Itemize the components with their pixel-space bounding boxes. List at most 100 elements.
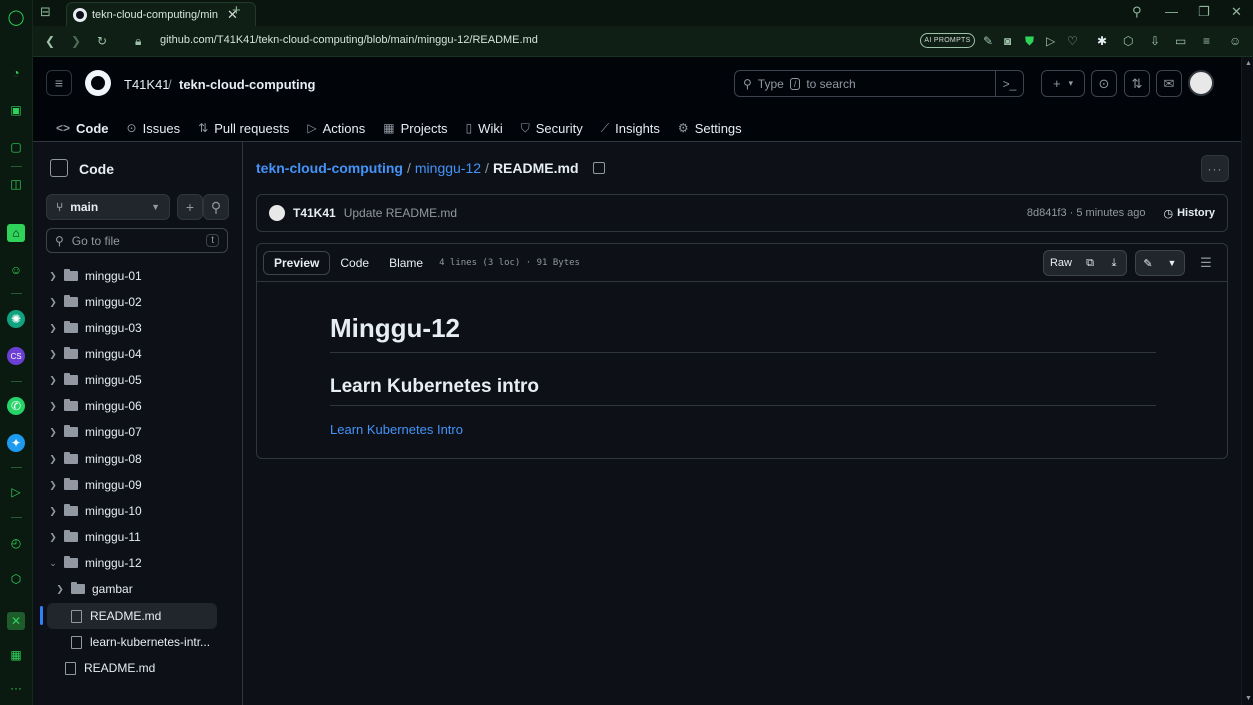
twitter-icon[interactable]: ✦	[7, 434, 25, 452]
speed-dial-icon[interactable]: ◔	[7, 64, 25, 82]
github-logo-icon[interactable]	[85, 70, 111, 96]
repo-link[interactable]: tekn-cloud-computing	[179, 77, 316, 92]
tab-pull-requests[interactable]: ⇅ Pull requests	[189, 114, 298, 142]
tree-item-minggu-09[interactable]: ❯ minggu-09	[33, 472, 243, 498]
chevron-down-icon[interactable]: ▼	[1160, 251, 1184, 275]
add-file-button[interactable]: +	[177, 194, 203, 220]
more-options-button[interactable]: ···	[1201, 155, 1229, 182]
battery-icon[interactable]: ▭	[1175, 34, 1186, 48]
tab-wiki[interactable]: ▯ Wiki	[457, 114, 512, 142]
branch-selector[interactable]: ⑂ main ▼	[46, 194, 170, 220]
create-new-button[interactable]: + ▾	[1041, 70, 1085, 97]
tree-item-minggu-08[interactable]: ❯ minggu-08	[33, 446, 243, 472]
issues-icon[interactable]: ⊙	[1091, 70, 1117, 97]
tree-item-minggu-02[interactable]: ❯ minggu-02	[33, 289, 243, 315]
tab-settings[interactable]: ⚙ Settings	[669, 114, 751, 142]
controller-icon[interactable]: ☺	[7, 261, 25, 279]
commit-message[interactable]: Update README.md	[344, 206, 457, 220]
play-icon[interactable]: ▷	[1046, 34, 1055, 48]
extension-icon[interactable]: ✕	[7, 612, 25, 630]
tab-insights[interactable]: ⟋ Insights	[592, 114, 669, 142]
settings-sliders-icon[interactable]: ≡	[1203, 34, 1210, 48]
copy-icon[interactable]: ⧉	[1078, 251, 1102, 275]
tab-blame[interactable]: Blame	[379, 251, 433, 275]
breadcrumb-folder[interactable]: minggu-12	[415, 160, 481, 176]
new-tab-icon[interactable]: +	[232, 2, 241, 19]
minimize-icon[interactable]: —	[1165, 4, 1178, 19]
tab-code[interactable]: <> Code	[47, 114, 118, 152]
tree-item-minggu-05[interactable]: ❯ minggu-05	[33, 367, 243, 393]
player-icon[interactable]: ▷	[7, 483, 25, 501]
more-icon[interactable]: ···	[7, 679, 25, 697]
bag-icon[interactable]: ▣	[7, 101, 25, 119]
tree-item-readme-root[interactable]: README.md	[33, 655, 243, 681]
tab-projects[interactable]: ▦ Projects	[374, 114, 456, 142]
search-input[interactable]: ⚲ Type / to search >_	[734, 70, 1024, 97]
chatgpt-icon[interactable]: ✺	[7, 310, 25, 328]
avatar[interactable]	[1188, 70, 1214, 96]
tree-item-minggu-12[interactable]: ⌄ minggu-12	[33, 550, 243, 576]
page-scrollbar[interactable]: ▲ ▼	[1241, 57, 1253, 705]
heart-icon[interactable]: ♡	[1067, 34, 1078, 48]
command-palette-icon[interactable]: >_	[995, 71, 1023, 96]
raw-button[interactable]: Raw	[1044, 251, 1078, 275]
tree-item-minggu-11[interactable]: ❯ minggu-11	[33, 524, 243, 550]
scroll-down-icon[interactable]: ▼	[1245, 695, 1252, 702]
copy-path-icon[interactable]	[592, 162, 605, 174]
history-button[interactable]: ◷ History	[1163, 207, 1215, 220]
pull-requests-icon[interactable]: ⇅	[1124, 70, 1150, 97]
commit-author[interactable]: T41K41	[293, 206, 336, 220]
breadcrumb-repo[interactable]: tekn-cloud-computing	[256, 160, 403, 176]
tree-item-learn-kubernetes[interactable]: learn-kubernetes-intr...	[33, 629, 243, 655]
ai-prompts-button[interactable]: AI PROMPTS	[920, 33, 975, 48]
tree-item-gambar[interactable]: ❯ gambar	[33, 576, 243, 602]
download-icon[interactable]: ⇩	[1150, 34, 1160, 48]
cube-icon[interactable]: ⬡	[1123, 34, 1133, 48]
scroll-up-icon[interactable]: ▲	[1245, 60, 1252, 67]
tree-item-minggu-01[interactable]: ❯ minggu-01	[33, 263, 243, 289]
tab-security[interactable]: ⛉ Security	[512, 114, 592, 142]
tab-issues[interactable]: ⊙ Issues	[118, 114, 190, 142]
commit-avatar[interactable]	[269, 205, 285, 221]
tab-preview[interactable]: Preview	[263, 250, 331, 275]
extension-puzzle-icon[interactable]: ✱	[1097, 34, 1107, 48]
gallery-icon[interactable]: ▦	[7, 646, 25, 664]
back-icon[interactable]: ❮	[45, 34, 55, 48]
tree-item-minggu-06[interactable]: ❯ minggu-06	[33, 393, 243, 419]
tree-item-minggu-10[interactable]: ❯ minggu-10	[33, 498, 243, 524]
gamepad-icon[interactable]: ⊟	[40, 4, 51, 20]
tree-item-minggu-07[interactable]: ❯ minggu-07	[33, 419, 243, 445]
tree-item-minggu-04[interactable]: ❯ minggu-04	[33, 341, 243, 367]
vpn-shield-icon[interactable]: ⛊	[1025, 34, 1034, 49]
url-field[interactable]: github.com/T41K41/tekn-cloud-computing/b…	[160, 34, 538, 46]
reload-icon[interactable]: ↻	[97, 34, 107, 48]
edit-pencil-icon[interactable]: ✎	[1136, 251, 1160, 275]
search-files-button[interactable]: ⚲	[203, 194, 229, 220]
opera-logo-icon[interactable]: ◯	[7, 8, 25, 26]
tab-actions[interactable]: ▷ Actions	[298, 114, 374, 142]
browser-tab[interactable]: tekn-cloud-computing/min ✕	[66, 2, 256, 26]
close-window-icon[interactable]: ✕	[1231, 4, 1242, 20]
readme-link[interactable]: Learn Kubernetes Intro	[330, 422, 1156, 437]
download-icon[interactable]: ⤓	[1102, 251, 1126, 275]
edit-icon[interactable]: ✎	[983, 34, 993, 48]
twitch-icon[interactable]: ▢	[7, 138, 25, 156]
menu-button[interactable]: ≡	[46, 70, 72, 96]
box-icon[interactable]: ⬡	[7, 570, 25, 588]
collapse-sidebar-icon[interactable]	[50, 159, 68, 177]
tab-code-view[interactable]: Code	[330, 251, 379, 275]
whatsapp-icon[interactable]: ✆	[7, 397, 25, 415]
inbox-icon[interactable]: ✉	[1156, 70, 1182, 97]
tree-item-minggu-03[interactable]: ❯ minggu-03	[33, 315, 243, 341]
chatsonic-icon[interactable]: CS	[7, 347, 25, 365]
go-to-file-input[interactable]: ⚲ Go to file t	[46, 228, 228, 253]
outline-list-icon[interactable]: ☰	[1193, 250, 1219, 276]
gx-icon[interactable]: ◫	[7, 175, 25, 193]
profile-icon[interactable]: ☺	[1229, 34, 1241, 48]
owner-link[interactable]: T41K41	[124, 77, 170, 92]
home-icon[interactable]: ⌂	[7, 224, 25, 242]
maximize-icon[interactable]: ❐	[1198, 4, 1210, 20]
camera-icon[interactable]: ◙	[1004, 34, 1011, 48]
tree-item-readme-selected[interactable]: README.md	[47, 603, 217, 629]
commit-sha-time[interactable]: 8d841f3 · 5 minutes ago	[1027, 207, 1146, 219]
